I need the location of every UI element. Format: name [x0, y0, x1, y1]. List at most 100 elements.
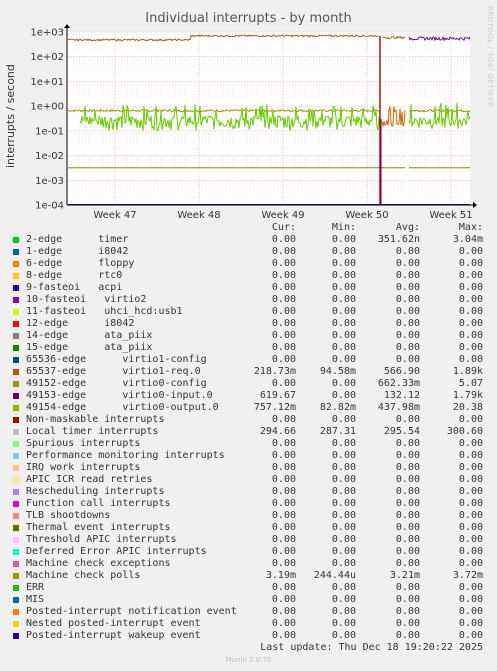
legend-max: 20.38 [452, 402, 483, 413]
legend-avg: 3.21m [389, 570, 420, 581]
legend-avg: 0.00 [395, 270, 420, 281]
legend-row: 6-edge floppy 0.00 0.00 0.00 0.00 [0, 258, 497, 270]
legend-avg: 437.98m [377, 402, 420, 413]
legend-name: 10-fasteoi virtio2 [26, 294, 147, 305]
legend-avg: 0.00 [395, 522, 420, 533]
legend-row: 9-fasteoi acpi 0.00 0.00 0.00 0.00 [0, 282, 497, 294]
legend-max: 0.00 [458, 306, 483, 317]
legend-row: Spurious interrupts 0.00 0.00 0.00 0.00 [0, 438, 497, 450]
legend-min: 0.00 [331, 258, 356, 269]
legend-swatch [13, 333, 19, 339]
legend-avg: 662.33m [377, 378, 420, 389]
legend-min: 0.00 [331, 318, 356, 329]
legend-name: 49154-edge virtio0-output.0 [26, 402, 219, 413]
legend-name: 8-edge rtc0 [26, 270, 123, 281]
legend-name: Machine check exceptions [26, 558, 171, 569]
legend-max: 0.00 [458, 258, 483, 269]
legend-max: 0.00 [458, 546, 483, 557]
legend-min: 287.31 [319, 426, 356, 437]
legend-max: 0.00 [458, 594, 483, 605]
legend-name: Nested posted-interrupt event [26, 618, 201, 629]
legend-max: 0.00 [458, 414, 483, 425]
legend-min: 0.00 [331, 450, 356, 461]
legend-avg: 0.00 [395, 630, 420, 641]
legend-row: IRQ work interrupts 0.00 0.00 0.00 0.00 [0, 462, 497, 474]
legend-swatch [13, 525, 19, 531]
legend-avg: 295.54 [383, 426, 420, 437]
chart-plot: 1e-04 1e-03 1e-02 1e-01 1e+00 1e+01 1e+02 1e+03… [30, 24, 477, 221]
legend-name: 9-fasteoi acpi [26, 282, 123, 293]
legend-name: 1-edge i8042 [26, 246, 129, 257]
legend-name: 65537-edge virtio1-req.0 [26, 366, 201, 377]
legend-swatch [13, 561, 19, 567]
legend-min: 0.00 [331, 606, 356, 617]
legend-swatch [13, 585, 19, 591]
legend-min: 0.00 [331, 354, 356, 365]
munin-version: Munin 2.0.76 [225, 656, 272, 664]
legend-avg: 0.00 [395, 246, 420, 257]
legend-min: 0.00 [331, 282, 356, 293]
legend-swatch [13, 549, 19, 555]
legend-swatch [13, 609, 19, 615]
legend-name: Spurious interrupts [26, 438, 141, 449]
legend-avg: 0.00 [395, 582, 420, 593]
legend-header: Cur: Min: Avg: Max: [0, 222, 497, 234]
legend-max: 0.00 [458, 294, 483, 305]
legend-row: 12-edge i8042 0.00 0.00 0.00 0.00 [0, 318, 497, 330]
legend-avg: 0.00 [395, 510, 420, 521]
legend-swatch [13, 429, 19, 435]
legend-name: Function call interrupts [26, 498, 171, 509]
x-tick-label: Week 51 [429, 210, 472, 221]
legend-min: 0.00 [331, 594, 356, 605]
y-tick-label: 1e-03 [35, 176, 64, 187]
legend-name: TLB shootdowns [26, 510, 111, 521]
legend-row: Performance monitoring interrupts 0.00 0.0… [0, 450, 497, 462]
legend-name: Local timer interrupts [26, 426, 159, 437]
legend-avg: 0.00 [395, 282, 420, 293]
legend-name: 6-edge floppy [26, 258, 135, 269]
legend-max: 0.00 [458, 330, 483, 341]
x-axis-arrow [473, 202, 477, 208]
legend-max: 0.00 [458, 462, 483, 473]
no-data-gap [405, 32, 409, 205]
legend-swatch [13, 417, 19, 423]
legend-table: 2-edge timer 0.00 0.00 351.62n 3.04m 1-edge i… [0, 234, 497, 642]
legend-swatch [13, 489, 19, 495]
legend-swatch [13, 465, 19, 471]
legend-row: MIS 0.00 0.00 0.00 0.00 [0, 594, 497, 606]
legend-swatch [13, 345, 19, 351]
legend-swatch [13, 249, 19, 255]
legend-name: Performance monitoring interrupts [26, 450, 225, 461]
legend-min: 0.00 [331, 534, 356, 545]
legend-avg: 0.00 [395, 318, 420, 329]
legend-avg: 0.00 [395, 330, 420, 341]
legend-name: IRQ work interrupts [26, 462, 141, 473]
legend-min: 82.82m [319, 402, 356, 413]
legend-avg: 0.00 [395, 306, 420, 317]
legend-name: 14-edge ata_piix [26, 330, 153, 341]
legend-name: 15-edge ata_piix [26, 342, 153, 353]
legend-header-min: Min: [331, 222, 356, 233]
legend-max: 3.72m [452, 570, 483, 581]
legend-swatch [13, 321, 19, 327]
legend-row: 15-edge ata_piix 0.00 0.00 0.00 0.00 [0, 342, 497, 354]
legend-swatch [13, 381, 19, 387]
legend-header-avg: Avg: [395, 222, 420, 233]
legend-row: Thermal event interrupts 0.00 0.00 0.00 0.00 [0, 522, 497, 534]
legend-min: 0.00 [331, 630, 356, 641]
legend-min: 0.00 [331, 486, 356, 497]
legend-name: APIC ICR read retries [26, 474, 153, 485]
legend-row: Function call interrupts 0.00 0.00 0.00 0.00 [0, 498, 497, 510]
legend-max: 0.00 [458, 282, 483, 293]
legend-row: Machine check exceptions 0.00 0.00 0.00 0.00 [0, 558, 497, 570]
legend-min: 0.00 [331, 330, 356, 341]
legend-name: 65536-edge virtio1-config [26, 354, 207, 365]
legend-swatch [13, 297, 19, 303]
legend-swatch [13, 597, 19, 603]
legend-row: Rescheduling interrupts 0.00 0.00 0.00 0.00 [0, 486, 497, 498]
legend-min: 0.00 [331, 546, 356, 557]
legend-min: 0.00 [331, 510, 356, 521]
legend-avg: 0.00 [395, 498, 420, 509]
legend-min: 0.00 [331, 246, 356, 257]
legend-min: 0.00 [331, 522, 356, 533]
